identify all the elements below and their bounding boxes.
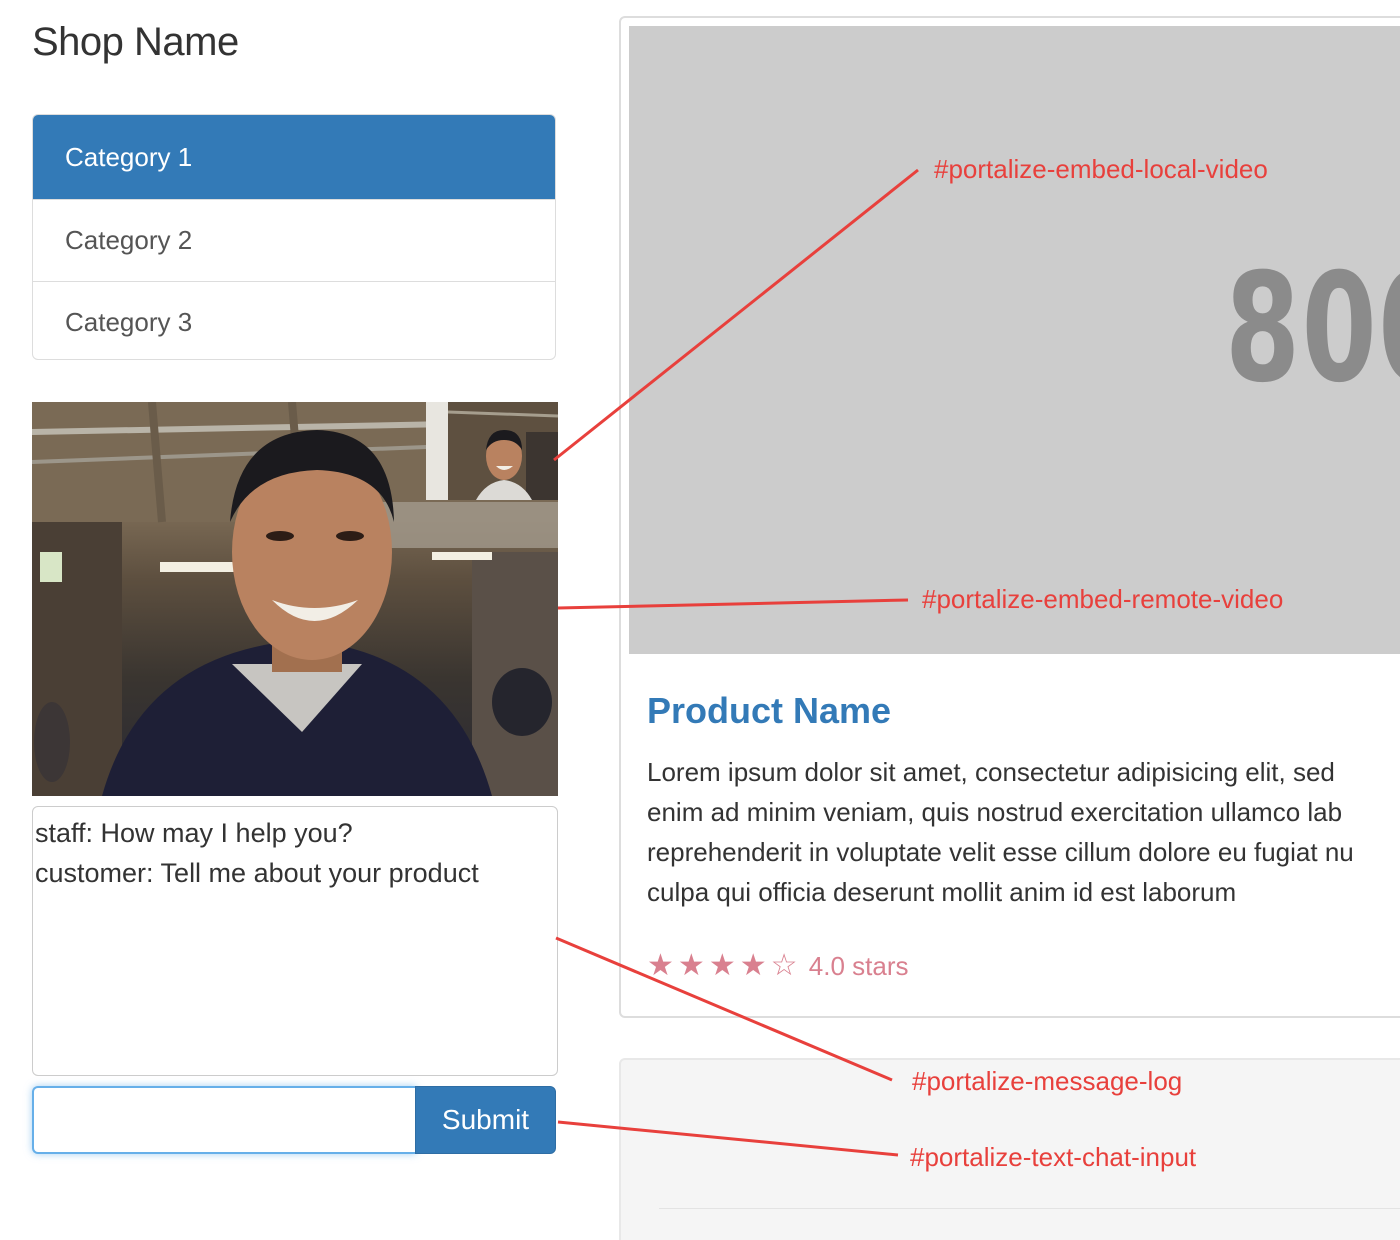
description-line: enim ad minim veniam, quis nostrud exerc… [647, 797, 1343, 827]
product-name[interactable]: Product Name [647, 690, 891, 732]
product-rating: ★ ★ ★ ★ ☆ 4.0 stars [647, 948, 908, 983]
star-filled-icon: ★ [647, 949, 674, 982]
message-log[interactable]: staff: How may I help you? customer: Tel… [32, 806, 558, 1076]
submit-button[interactable]: Submit [415, 1086, 556, 1154]
category-item-3[interactable]: Category 3 [33, 281, 555, 359]
category-item-1[interactable]: Category 1 [33, 115, 555, 199]
reviews-panel [619, 1058, 1400, 1240]
category-list: Category 1 Category 2 Category 3 [32, 114, 556, 360]
product-description: Lorem ipsum dolor sit amet, consectetur … [647, 752, 1400, 912]
local-video [426, 402, 558, 500]
product-image-placeholder: 800 [629, 26, 1400, 654]
reviews-divider [659, 1208, 1400, 1209]
star-filled-icon: ★ [677, 949, 705, 982]
shop-name: Shop Name [32, 20, 239, 64]
category-item-2[interactable]: Category 2 [33, 199, 555, 281]
page: Shop Name Category 1 Category 2 Category… [0, 0, 1400, 1240]
description-line: Lorem ipsum dolor sit amet, consectetur … [647, 757, 1335, 787]
description-line: culpa qui officia deserunt mollit anim i… [647, 877, 1237, 907]
message-line: customer: Tell me about your product [35, 858, 479, 888]
remote-video [32, 402, 558, 796]
image-placeholder-text: 800 [1225, 242, 1400, 416]
message-line: staff: How may I help you? [35, 818, 353, 848]
description-line: reprehenderit in voluptate velit esse ci… [647, 837, 1354, 867]
rating-stars: ★ ★ ★ ★ ☆ [647, 949, 802, 982]
chat-input-group: Submit [32, 1086, 556, 1154]
local-video-scene [426, 402, 558, 500]
star-filled-icon: ★ [739, 949, 767, 982]
star-empty-icon: ☆ [770, 949, 798, 982]
chat-text-input[interactable] [32, 1086, 416, 1154]
product-card: 800 Product Name Lorem ipsum dolor sit a… [619, 16, 1400, 1018]
rating-label: 4.0 stars [808, 951, 909, 981]
star-filled-icon: ★ [708, 949, 736, 982]
